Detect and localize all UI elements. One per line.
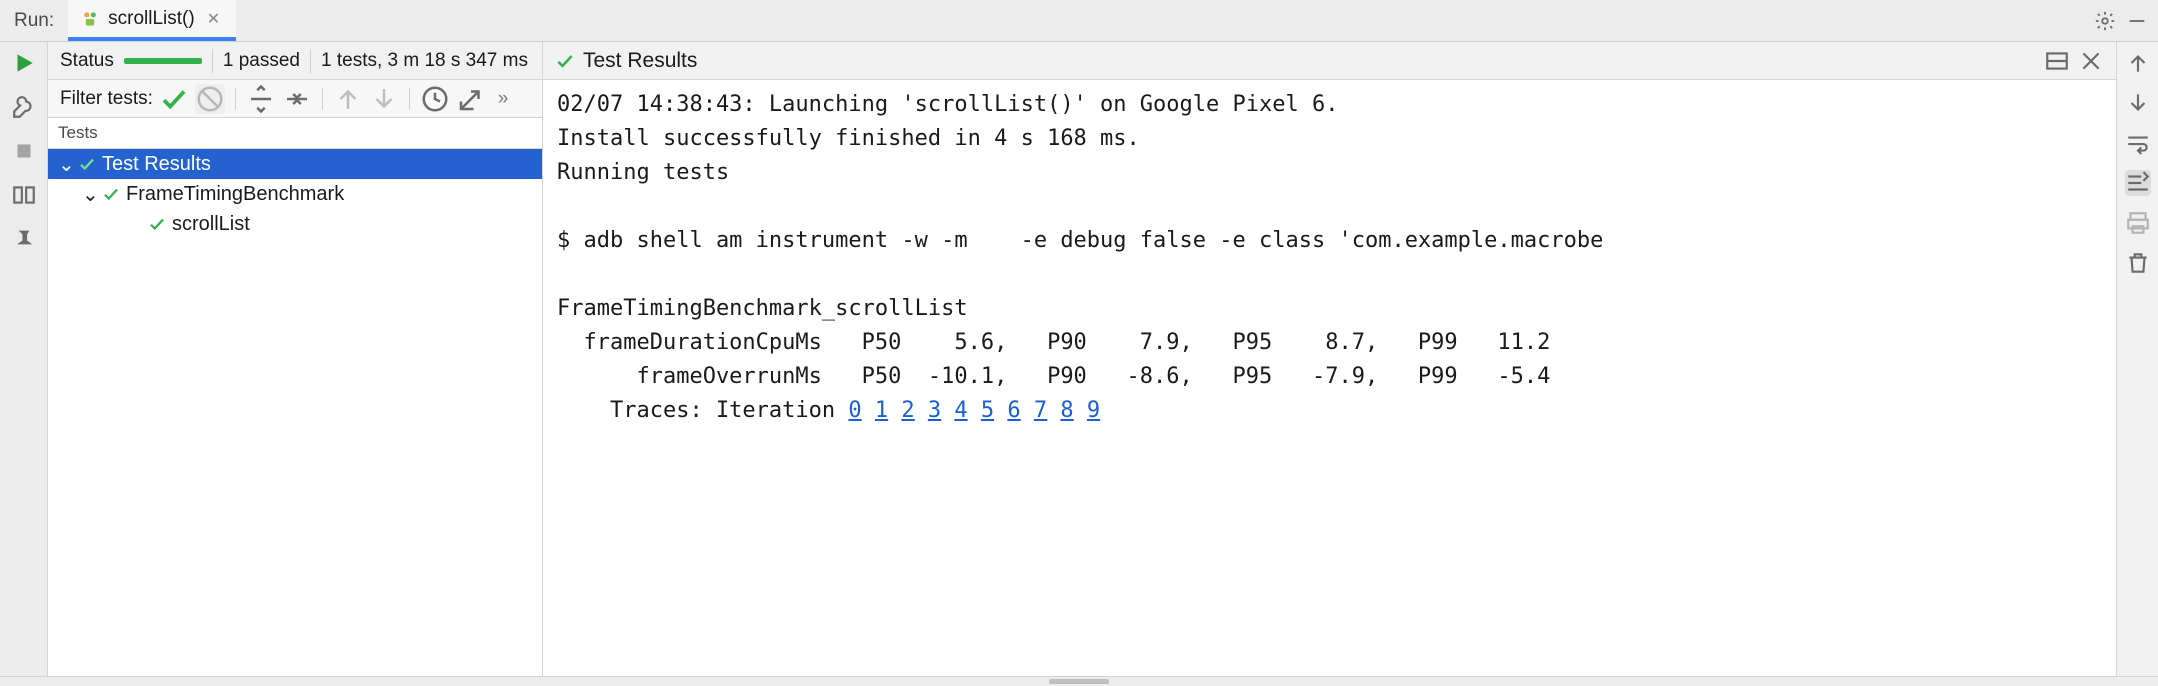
test-summary: 1 tests, 3 m 18 s 347 ms bbox=[321, 50, 528, 72]
more-icon[interactable]: » bbox=[492, 88, 515, 110]
show-ignored-icon[interactable] bbox=[195, 84, 225, 114]
trace-link[interactable]: 5 bbox=[981, 398, 994, 423]
run-header: Run: scrollList() ✕ bbox=[0, 0, 2158, 42]
tree-row[interactable]: ⌄ Test Results bbox=[48, 149, 542, 179]
trace-link[interactable]: 8 bbox=[1060, 398, 1073, 423]
output-toolbar bbox=[2116, 42, 2158, 676]
trace-link[interactable]: 6 bbox=[1007, 398, 1020, 423]
close-output-icon[interactable] bbox=[2078, 48, 2104, 74]
test-tree[interactable]: ⌄ Test Results ⌄ FrameTimingBenchmark scroll… bbox=[48, 149, 542, 676]
tree-label: Test Results bbox=[102, 153, 211, 176]
check-icon bbox=[78, 155, 96, 173]
wrench-icon[interactable] bbox=[11, 94, 37, 120]
gear-icon[interactable] bbox=[2094, 10, 2116, 32]
minimize-icon[interactable] bbox=[2126, 10, 2148, 32]
pin-icon[interactable] bbox=[11, 226, 37, 252]
output-title: Test Results bbox=[583, 49, 697, 73]
trace-link[interactable]: 9 bbox=[1087, 398, 1100, 423]
print-icon[interactable] bbox=[2125, 210, 2151, 236]
chevron-down-icon[interactable]: ⌄ bbox=[58, 152, 72, 177]
chevron-down-icon[interactable]: ⌄ bbox=[82, 182, 96, 207]
filter-label: Filter tests: bbox=[60, 88, 153, 110]
layout-icon[interactable] bbox=[11, 182, 37, 208]
tests-header: Tests bbox=[48, 118, 542, 149]
trace-link[interactable]: 1 bbox=[875, 398, 888, 423]
trace-link[interactable]: 4 bbox=[954, 398, 967, 423]
run-toolbar bbox=[0, 42, 48, 676]
layout-toggle-icon[interactable] bbox=[2044, 48, 2070, 74]
trace-link[interactable]: 7 bbox=[1034, 398, 1047, 423]
scroll-down-icon[interactable] bbox=[2125, 90, 2151, 116]
run-button[interactable] bbox=[11, 50, 37, 76]
tree-label: FrameTimingBenchmark bbox=[126, 183, 344, 206]
trace-link[interactable]: 0 bbox=[848, 398, 861, 423]
tree-label: scrollList bbox=[172, 213, 250, 236]
check-icon bbox=[555, 51, 575, 71]
check-icon bbox=[102, 185, 120, 203]
scroll-to-end-icon[interactable] bbox=[2125, 170, 2151, 196]
status-bar: Status 1 passed 1 tests, 3 m 18 s 347 ms bbox=[48, 42, 542, 80]
tab-label: scrollList() bbox=[108, 8, 195, 30]
next-failed-icon[interactable] bbox=[369, 84, 399, 114]
run-config-tab[interactable]: scrollList() ✕ bbox=[68, 0, 236, 41]
console-output[interactable]: 02/07 14:38:43: Launching 'scrollList()'… bbox=[543, 80, 2116, 676]
check-icon bbox=[148, 215, 166, 233]
soft-wrap-icon[interactable] bbox=[2125, 130, 2151, 156]
tests-panel: Status 1 passed 1 tests, 3 m 18 s 347 ms… bbox=[48, 42, 543, 676]
passed-count: 1 passed bbox=[223, 50, 300, 72]
filter-toolbar: Filter tests: bbox=[48, 80, 542, 118]
android-test-icon bbox=[80, 9, 100, 29]
import-tests-icon[interactable] bbox=[456, 84, 486, 114]
test-history-icon[interactable] bbox=[420, 84, 450, 114]
scroll-up-icon[interactable] bbox=[2125, 50, 2151, 76]
output-header: Test Results bbox=[543, 42, 2116, 80]
trace-link[interactable]: 3 bbox=[928, 398, 941, 423]
trace-link[interactable]: 2 bbox=[901, 398, 914, 423]
output-panel: Test Results 02/07 14:38:43: Launching '… bbox=[543, 42, 2116, 676]
tree-row[interactable]: ⌄ FrameTimingBenchmark bbox=[48, 179, 542, 209]
stop-button[interactable] bbox=[11, 138, 37, 164]
prev-failed-icon[interactable] bbox=[333, 84, 363, 114]
run-label: Run: bbox=[0, 10, 68, 32]
expand-all-icon[interactable] bbox=[246, 84, 276, 114]
show-passed-icon[interactable] bbox=[159, 84, 189, 114]
close-icon[interactable]: ✕ bbox=[203, 9, 224, 29]
clear-icon[interactable] bbox=[2125, 250, 2151, 276]
collapse-all-icon[interactable] bbox=[282, 84, 312, 114]
progress-bar bbox=[124, 58, 202, 64]
status-label: Status bbox=[60, 50, 114, 72]
resize-handle[interactable] bbox=[0, 676, 2158, 686]
tree-row[interactable]: scrollList bbox=[48, 209, 542, 239]
